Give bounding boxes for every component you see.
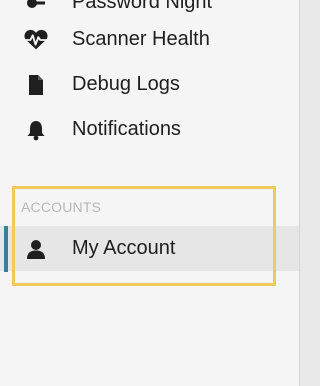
sidebar-item-my-account[interactable]: My Account bbox=[0, 226, 299, 271]
user-icon bbox=[22, 237, 50, 261]
sidebar-item-scanner-health[interactable]: Scanner Health bbox=[0, 17, 299, 62]
key-icon bbox=[22, 0, 50, 15]
sidebar-item-notifications[interactable]: Notifications bbox=[0, 107, 299, 152]
heartbeat-icon bbox=[22, 28, 50, 52]
active-indicator bbox=[4, 226, 8, 272]
sidebar-item-label: Notifications bbox=[72, 118, 181, 140]
sidebar-item-label: Password Night bbox=[72, 0, 213, 13]
bell-icon bbox=[22, 118, 50, 142]
sidebar-item-label: Scanner Health bbox=[72, 28, 210, 50]
sidebar-item-label: Debug Logs bbox=[72, 73, 180, 95]
sidebar: Password Night Scanner Health Debug Logs bbox=[0, 0, 300, 386]
section-title-accounts: ACCOUNTS bbox=[21, 199, 102, 215]
sidebar-item-debug-logs[interactable]: Debug Logs bbox=[0, 62, 299, 107]
sidebar-item-label: My Account bbox=[72, 237, 176, 259]
document-icon bbox=[22, 73, 50, 97]
